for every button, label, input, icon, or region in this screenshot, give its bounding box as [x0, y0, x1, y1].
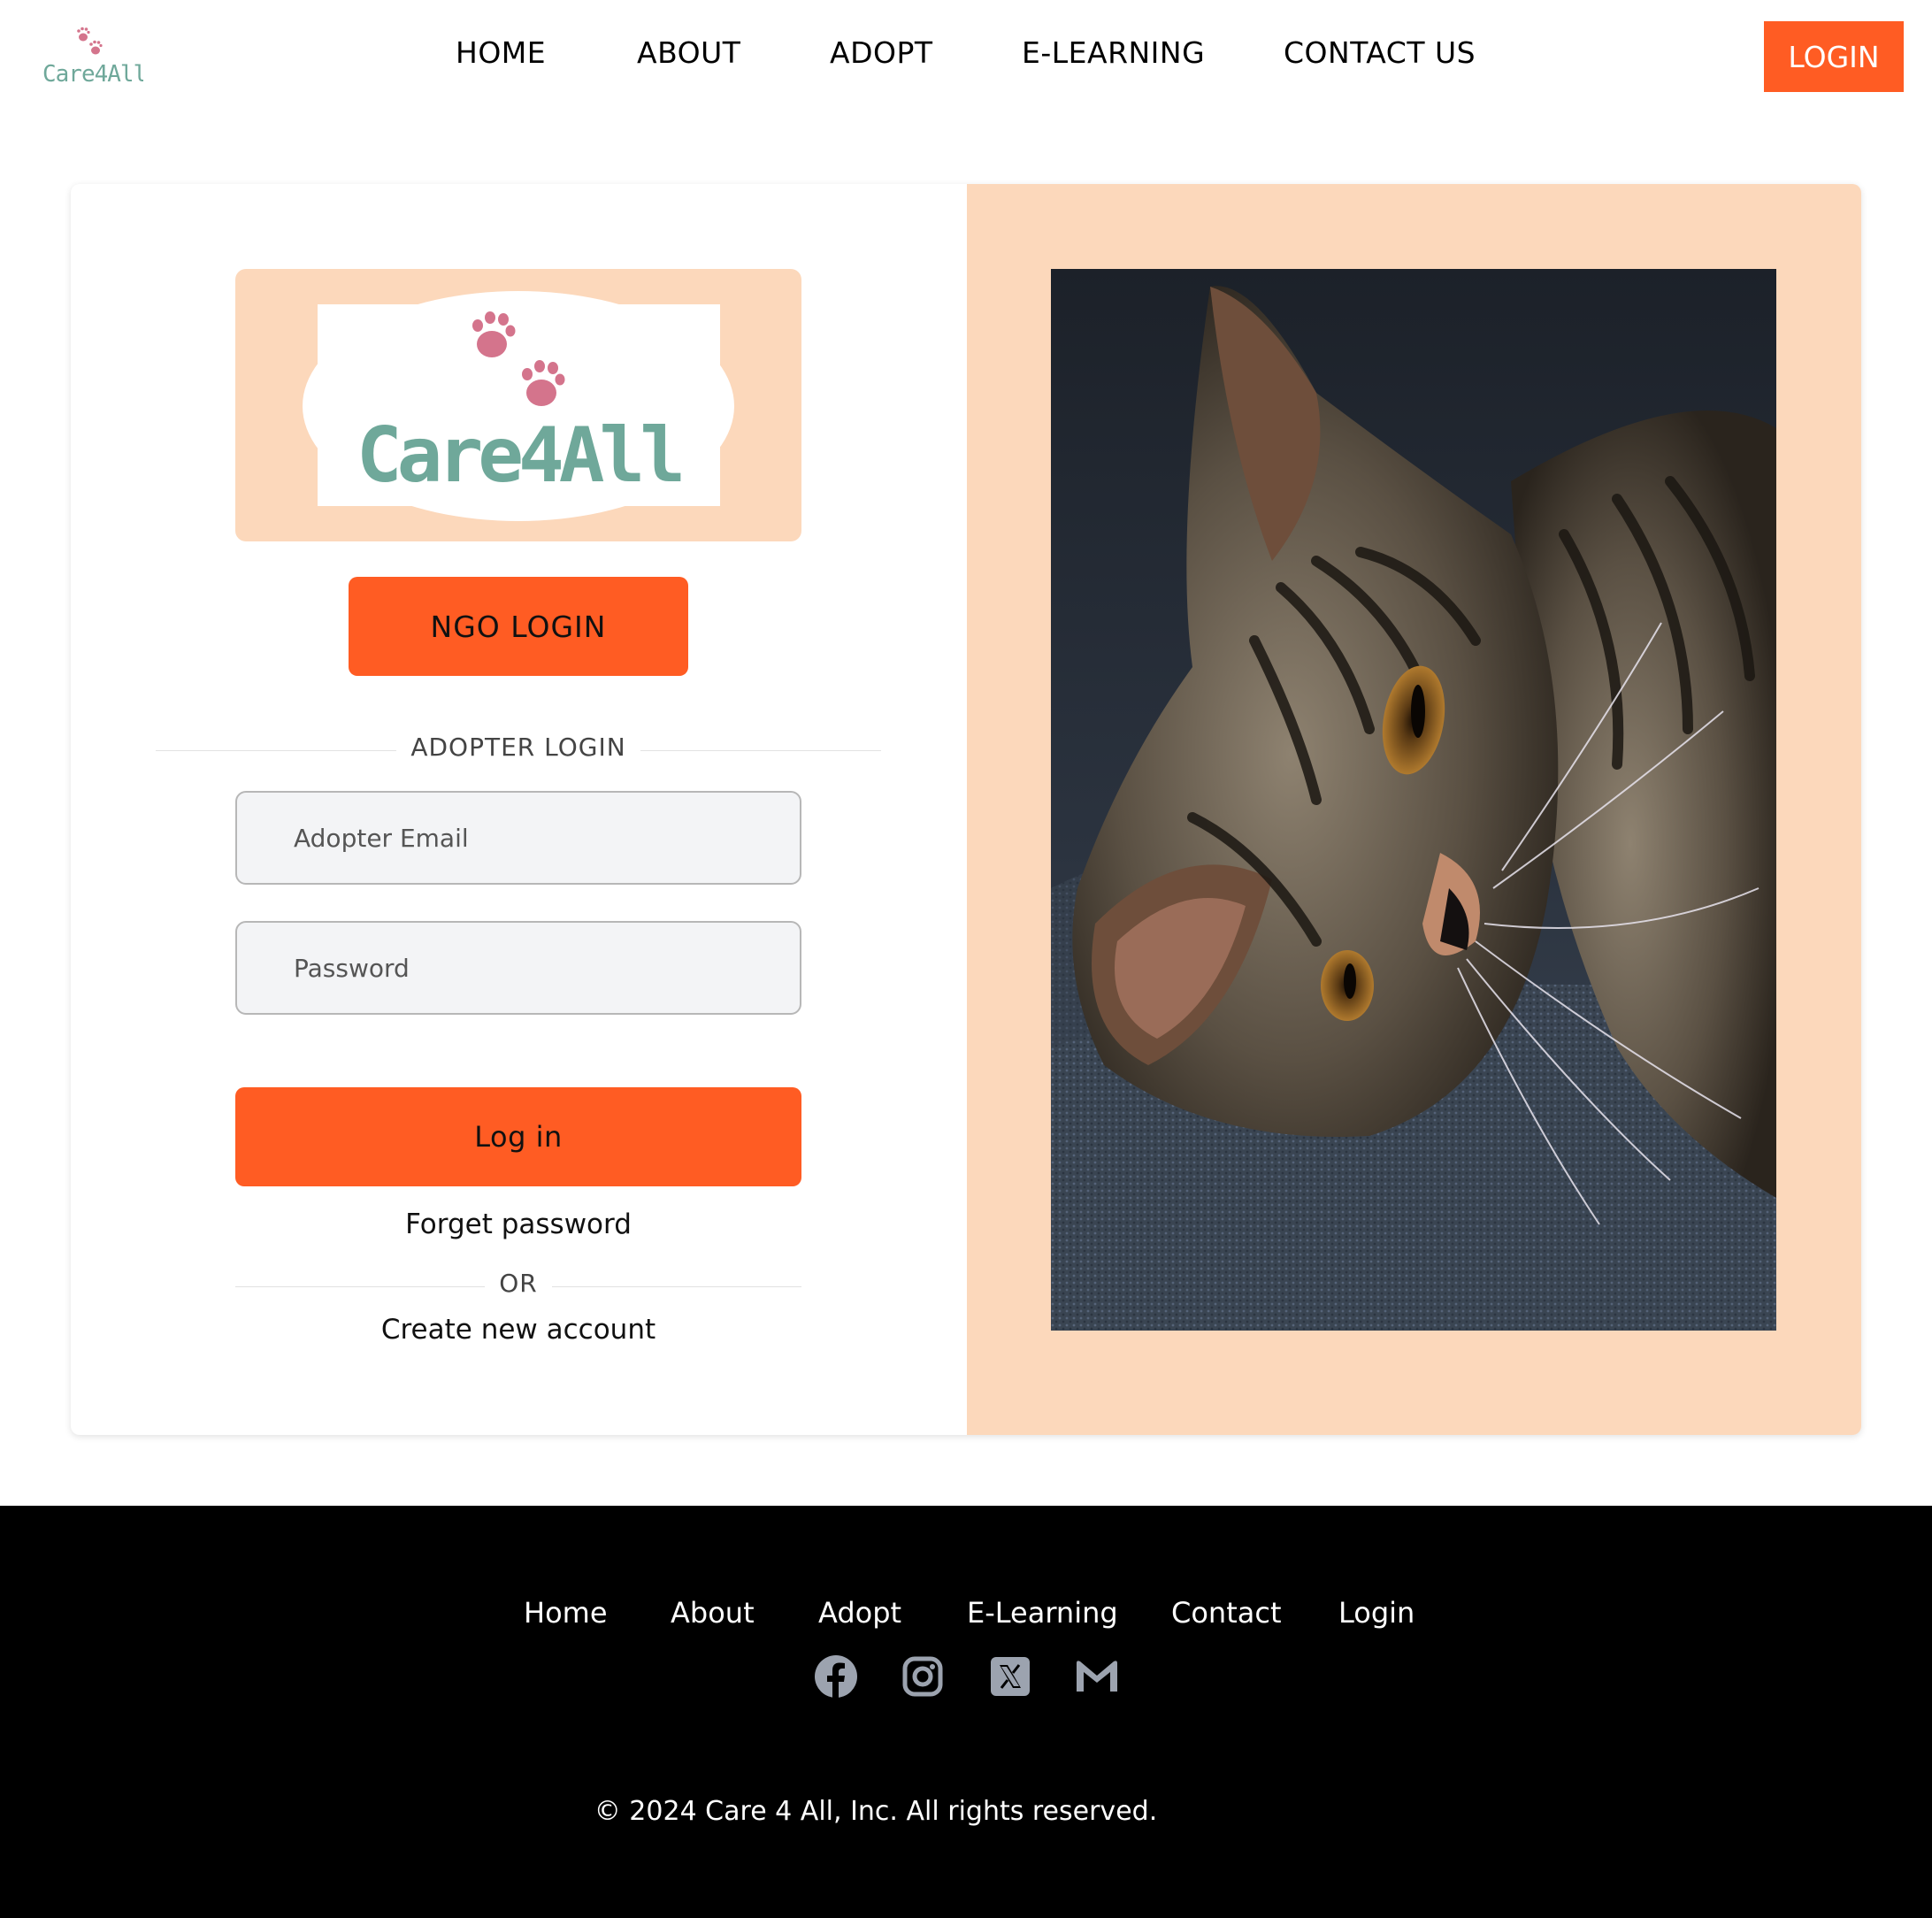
logo-banner: Care4All [235, 269, 801, 541]
copyright-text: © 2024 Care 4 All, Inc. All rights reser… [594, 1796, 1158, 1827]
footer-link-about[interactable]: About [671, 1596, 755, 1630]
forgot-password-link[interactable]: Forget password [235, 1208, 801, 1240]
site-footer: Home About Adopt E-Learning Contact Logi… [0, 1506, 1932, 1918]
care4all-logo-large: Care4All [303, 291, 734, 521]
kitten-photo [1051, 269, 1776, 1331]
nav-home[interactable]: HOME [456, 35, 546, 70]
or-text: OR [485, 1269, 552, 1298]
password-input[interactable] [235, 921, 801, 1015]
gmail-icon[interactable] [1073, 1654, 1117, 1699]
svg-text:Care4All: Care4All [356, 411, 680, 500]
kitten-illustration [1051, 269, 1776, 1331]
footer-link-adopt[interactable]: Adopt [818, 1596, 901, 1630]
site-header: Care4All HOME ABOUT ADOPT E-LEARNING CON… [0, 0, 1932, 115]
footer-link-home[interactable]: Home [524, 1596, 608, 1630]
nav-e-learning[interactable]: E-LEARNING [1022, 35, 1205, 70]
login-card: Care4All NGO LOGIN ADOPTER LOGIN Log in … [71, 184, 1861, 1435]
nav-about[interactable]: ABOUT [637, 35, 740, 70]
adopter-login-divider: ADOPTER LOGIN [156, 733, 881, 768]
footer-link-contact[interactable]: Contact [1171, 1596, 1282, 1630]
main-nav: HOME ABOUT ADOPT E-LEARNING CONTACT US [0, 35, 1932, 80]
footer-link-e-learning[interactable]: E-Learning [967, 1596, 1118, 1630]
footer-link-login[interactable]: Login [1338, 1596, 1414, 1630]
facebook-icon[interactable] [814, 1654, 858, 1699]
instagram-icon[interactable] [901, 1654, 945, 1699]
create-account-link[interactable]: Create new account [235, 1314, 801, 1346]
image-panel [967, 184, 1861, 1435]
ngo-login-button[interactable]: NGO LOGIN [349, 577, 688, 676]
adopter-login-heading: ADOPTER LOGIN [396, 733, 640, 762]
x-icon[interactable] [988, 1654, 1032, 1699]
adopter-email-input[interactable] [235, 791, 801, 885]
nav-adopt[interactable]: ADOPT [830, 35, 933, 70]
header-login-button[interactable]: LOGIN [1764, 21, 1904, 92]
or-divider: OR [235, 1269, 801, 1304]
login-submit-button[interactable]: Log in [235, 1087, 801, 1186]
nav-contact-us[interactable]: CONTACT US [1284, 35, 1476, 70]
